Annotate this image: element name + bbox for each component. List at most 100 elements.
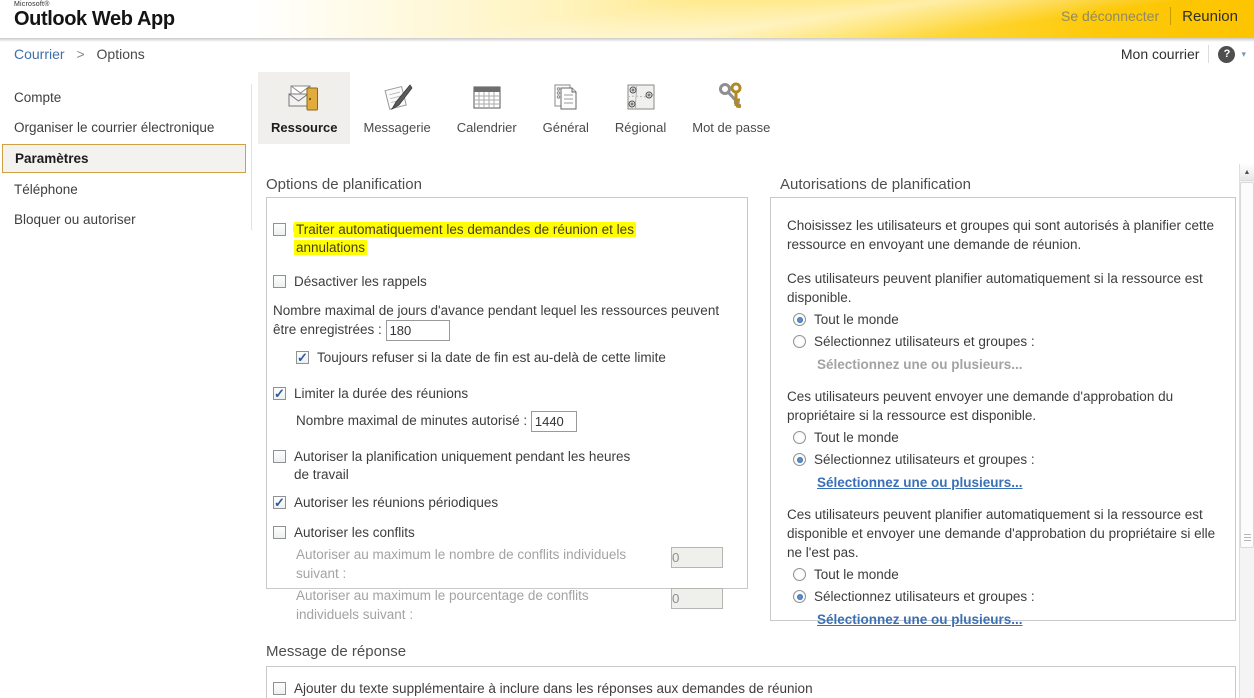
select-users-label[interactable]: Sélectionnez utilisateurs et groupes : [814,333,1035,351]
permission-group-description: Ces utilisateurs peuvent planifier autom… [787,269,1217,307]
max-conflicts-row: Autoriser au maximum le nombre de confli… [296,545,723,583]
select-users-radio[interactable] [793,590,806,603]
header-divider [1170,7,1171,25]
permission-group-description: Ces utilisateurs peuvent envoyer une dem… [787,387,1217,425]
select-users-radio[interactable] [793,335,806,348]
messaging-icon [379,79,415,115]
response-message-title: Message de réponse [266,643,406,660]
recurring-row: Autoriser les réunions périodiques [273,494,723,512]
breadcrumb-courrier-link[interactable]: Courrier [14,46,65,62]
tab-label: Général [543,120,589,135]
tab-ressource[interactable]: Ressource [258,72,350,144]
select-users-label[interactable]: Sélectionnez utilisateurs et groupes : [814,588,1035,606]
conflicts-label[interactable]: Autoriser les conflits [294,524,415,542]
tab-mot-de-passe[interactable]: Mot de passe [679,72,783,144]
tab-general[interactable]: Général [530,72,602,144]
mailbox-selector[interactable]: Mon courrier [1121,46,1200,62]
select-users-radio[interactable] [793,453,806,466]
booking-window-row: Nombre maximal de jours d'avance pendant… [273,301,723,341]
everyone-radio[interactable] [793,313,806,326]
working-hours-label[interactable]: Autoriser la planification uniquement pe… [294,448,646,484]
disable-reminders-row: Désactiver les rappels [273,273,723,291]
scroll-up-arrow-icon[interactable]: ▲ [1240,164,1254,181]
outlook-web-app-window: Microsoft® Outlook Web App Se déconnecte… [0,0,1254,698]
tab-messagerie[interactable]: Messagerie [350,72,443,144]
everyone-option-row: Tout le monde [793,566,1217,584]
scheduling-permissions-title: Autorisations de planification [780,176,971,193]
header-account-area: Se déconnecter Reunion [1061,7,1238,25]
tab-label: Messagerie [363,120,430,135]
sidebar-item-compte[interactable]: Compte [0,84,252,111]
calendar-icon [469,79,505,115]
everyone-radio[interactable] [793,431,806,444]
add-text-checkbox[interactable] [273,682,286,695]
resource-icon [286,79,322,115]
everyone-label[interactable]: Tout le monde [814,429,899,447]
everyone-option-row: Tout le monde [793,429,1217,447]
mailbox-area: Mon courrier ? ▾ [1121,45,1246,63]
sidebar-divider [251,84,252,230]
booking-window-label: Nombre maximal de jours d'avance pendant… [273,303,719,337]
sidebar-item-telephone[interactable]: Téléphone [0,176,252,203]
limit-duration-checkbox[interactable] [273,387,286,400]
password-icon [713,79,749,115]
refuse-beyond-label[interactable]: Toujours refuser si la date de fin est a… [317,349,666,367]
mailbox-divider [1208,45,1209,63]
max-conflicts-input [671,547,723,568]
tab-label: Mot de passe [692,120,770,135]
sidebar-item-bloquer[interactable]: Bloquer ou autoriser [0,206,252,233]
options-navigation: Compte Organiser le courrier électroniqu… [0,84,252,236]
recurring-checkbox[interactable] [273,496,286,509]
scheduling-permissions-box: Choisissez les utilisateurs et groupes q… [770,197,1236,621]
auto-process-checkbox[interactable] [273,223,286,236]
sign-out-link[interactable]: Se déconnecter [1061,8,1159,24]
breadcrumb: Courrier > Options [14,46,145,62]
sidebar-item-organiser[interactable]: Organiser le courrier électronique [0,114,252,141]
auto-process-row: Traiter automatiquement les demandes de … [273,221,723,257]
permissions-intro: Choisissez les utilisateurs et groupes q… [787,216,1217,254]
select-users-label[interactable]: Sélectionnez utilisateurs et groupes : [814,451,1035,469]
response-message-box: Ajouter du texte supplémentaire à inclur… [266,666,1236,698]
max-minutes-input[interactable] [531,411,577,432]
recurring-label[interactable]: Autoriser les réunions périodiques [294,494,498,512]
add-text-label[interactable]: Ajouter du texte supplémentaire à inclur… [294,680,813,698]
select-users-option-row: Sélectionnez utilisateurs et groupes : [793,588,1217,606]
sidebar-item-parametres[interactable]: Paramètres [2,144,246,173]
working-hours-checkbox[interactable] [273,450,286,463]
vertical-scrollbar[interactable]: ▲ [1239,164,1254,698]
select-users-option-row: Sélectionnez utilisateurs et groupes : [793,333,1217,351]
tab-calendrier[interactable]: Calendrier [444,72,530,144]
refuse-beyond-checkbox[interactable] [296,351,309,364]
max-conflict-pct-label: Autoriser au maximum le pourcentage de c… [296,586,645,624]
conflicts-row: Autoriser les conflits [273,524,723,542]
header-shadow [0,38,1254,42]
user-picker-link[interactable]: Sélectionnez une ou plusieurs... [817,475,1217,490]
tab-label: Ressource [271,120,337,135]
everyone-label[interactable]: Tout le monde [814,566,899,584]
microsoft-brand: Microsoft® [14,1,175,8]
settings-tabs: Ressource Messagerie [258,72,783,144]
working-hours-row: Autoriser la planification uniquement pe… [273,448,723,484]
disable-reminders-label[interactable]: Désactiver les rappels [294,273,427,291]
disable-reminders-checkbox[interactable] [273,275,286,288]
refuse-beyond-row: Toujours refuser si la date de fin est a… [296,349,723,367]
everyone-option-row: Tout le monde [793,311,1217,329]
app-header: Microsoft® Outlook Web App Se déconnecte… [0,0,1254,38]
booking-window-input[interactable] [386,320,450,341]
max-conflict-pct-input [671,588,723,609]
user-name-button[interactable]: Reunion [1182,8,1238,25]
max-conflict-pct-row: Autoriser au maximum le pourcentage de c… [296,586,723,624]
breadcrumb-current: Options [97,46,145,62]
limit-duration-label[interactable]: Limiter la durée des réunions [294,385,468,403]
tab-regional[interactable]: Régional [602,72,679,144]
everyone-label[interactable]: Tout le monde [814,311,899,329]
help-icon[interactable]: ? [1218,46,1235,63]
user-picker-link[interactable]: Sélectionnez une ou plusieurs... [817,612,1217,627]
scrollbar-thumb[interactable] [1240,182,1254,548]
chevron-down-icon[interactable]: ▾ [1241,49,1246,60]
conflicts-checkbox[interactable] [273,526,286,539]
auto-process-label[interactable]: Traiter automatiquement les demandes de … [294,221,642,257]
everyone-radio[interactable] [793,568,806,581]
tab-label: Calendrier [457,120,517,135]
scrollbar-grip [1244,534,1251,543]
